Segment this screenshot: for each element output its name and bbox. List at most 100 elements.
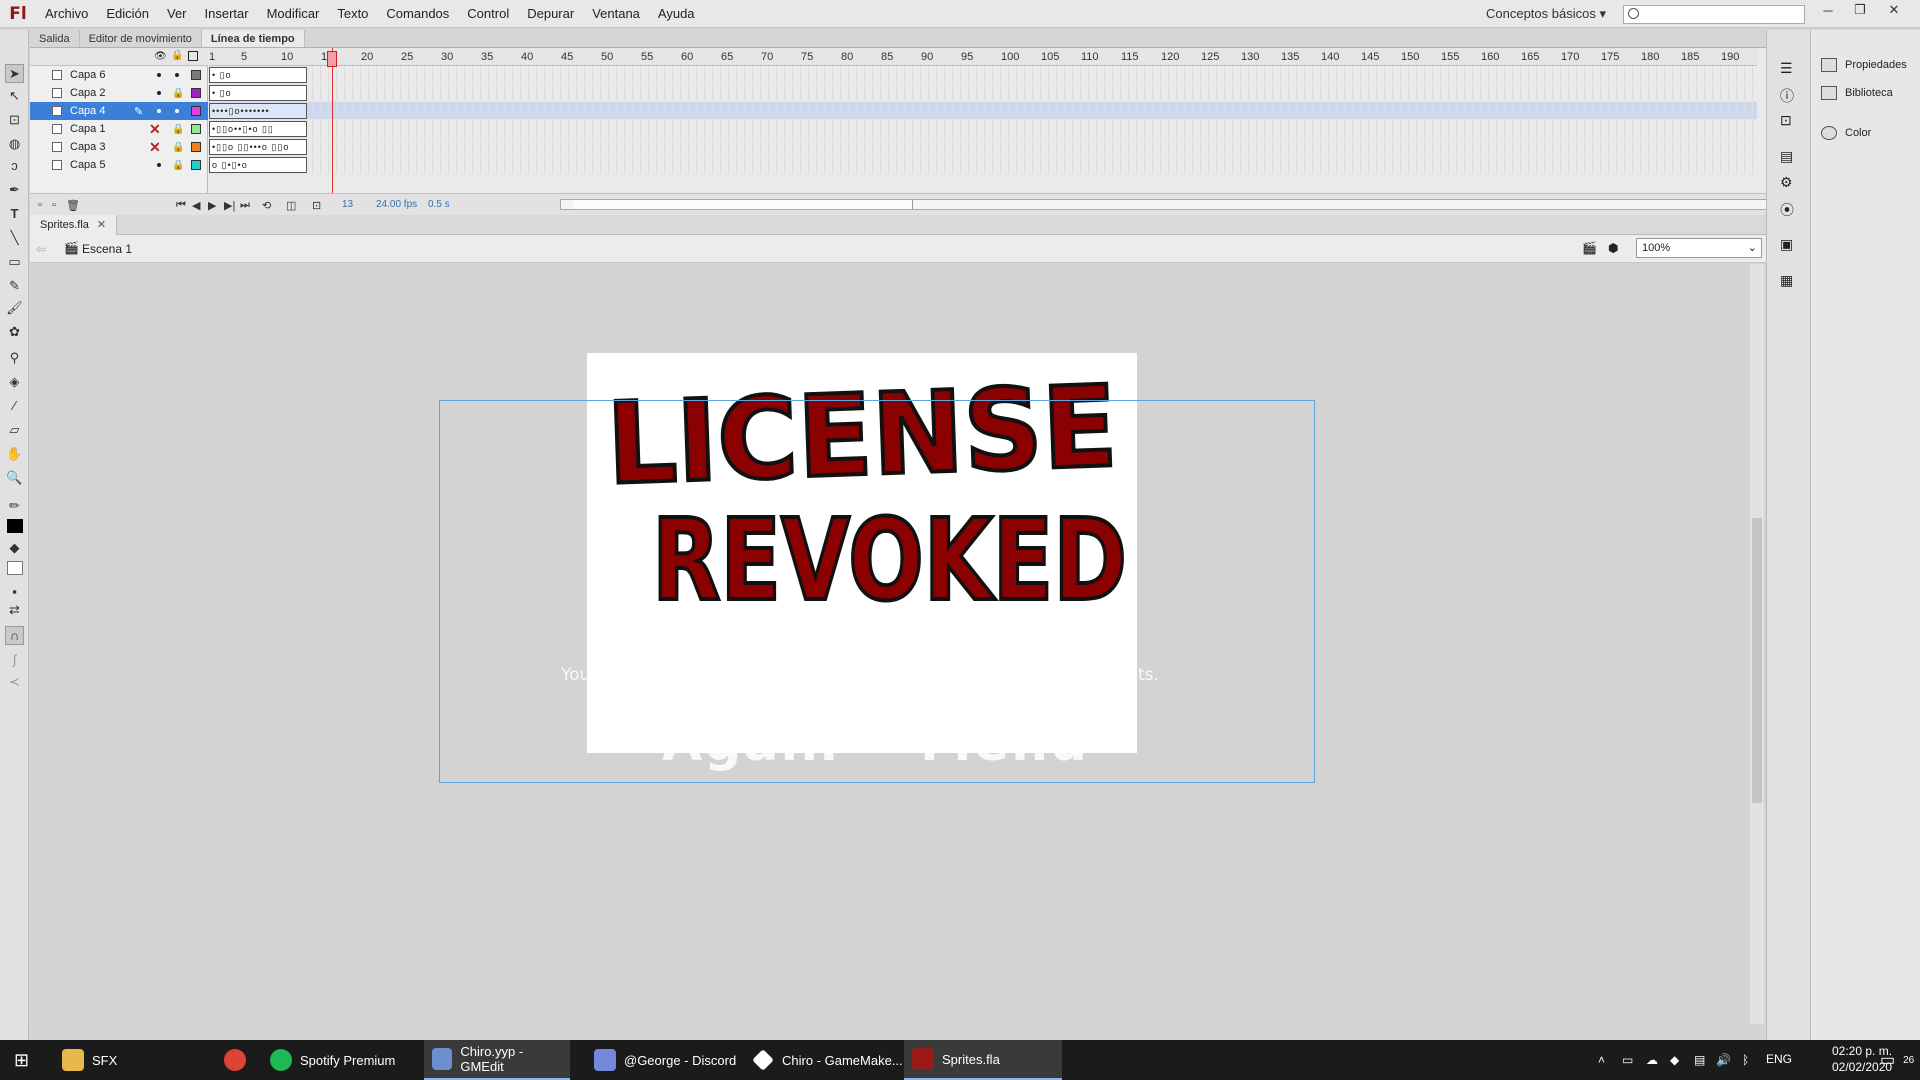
taskbar-item-flash[interactable]: Sprites.fla: [904, 1040, 1062, 1080]
stroke-color-icon[interactable]: ✏: [5, 496, 24, 515]
3d-rotation-tool-icon[interactable]: ◍: [5, 134, 24, 153]
layer-color-swatch[interactable]: [191, 70, 201, 80]
taskbar-item-discord[interactable]: @George - Discord: [594, 1040, 736, 1080]
frame-row[interactable]: •▯▯o ▯▯•••o ▯▯o: [209, 138, 1757, 156]
start-button[interactable]: ⊞: [14, 1040, 29, 1080]
menu-ayuda[interactable]: Ayuda: [649, 0, 704, 28]
timeline-scroll-thumb[interactable]: [573, 200, 913, 209]
layer-color-swatch[interactable]: [191, 106, 201, 116]
lock-icon[interactable]: 🔒: [171, 50, 183, 61]
rectangle-tool-icon[interactable]: ▭: [5, 252, 24, 271]
eraser-tool-icon[interactable]: ▱: [5, 420, 24, 439]
visibility-dot[interactable]: [157, 163, 161, 167]
visibility-dot[interactable]: [157, 91, 161, 95]
menu-texto[interactable]: Texto: [328, 0, 377, 28]
menu-modificar[interactable]: Modificar: [258, 0, 329, 28]
hidden-x-icon[interactable]: ✕: [149, 121, 161, 138]
layer-color-swatch[interactable]: [191, 88, 201, 98]
frame-ruler[interactable]: 1510152025303540455055606570758085909510…: [209, 48, 1757, 66]
lock-icon[interactable]: 🔒: [172, 160, 184, 171]
delete-layer-icon[interactable]: 🗑: [66, 199, 80, 212]
layer-row-capa-4[interactable]: Capa 4 ✎: [30, 102, 208, 120]
bluetooth-icon[interactable]: ᛒ: [1742, 1040, 1749, 1080]
vertical-scrollbar[interactable]: [1750, 264, 1764, 1024]
tab-editor-movimiento[interactable]: Editor de movimiento: [80, 30, 202, 47]
volume-icon[interactable]: 🔊: [1716, 1040, 1731, 1080]
go-first-frame-icon[interactable]: ⏮: [176, 199, 186, 212]
keyframes[interactable]: ••••▯o•••••••: [209, 103, 307, 119]
bone-tool-icon[interactable]: ⚲: [5, 348, 24, 367]
search-input[interactable]: [1623, 5, 1805, 24]
frames-area[interactable]: 1510152025303540455055606570758085909510…: [209, 48, 1757, 193]
subselection-tool-icon[interactable]: ↖: [5, 86, 24, 105]
layer-row-capa-6[interactable]: Capa 6: [30, 66, 208, 84]
step-back-icon[interactable]: ◀: [192, 199, 200, 212]
free-transform-tool-icon[interactable]: ⊡: [5, 110, 24, 129]
current-frame[interactable]: 13: [342, 199, 353, 210]
play-icon[interactable]: ▶: [208, 199, 216, 212]
layer-color-swatch[interactable]: [191, 124, 201, 134]
hidden-x-icon[interactable]: ✕: [149, 139, 161, 156]
lock-icon[interactable]: 🔒: [172, 88, 184, 99]
selection-bounding-box[interactable]: [439, 400, 1315, 783]
frame-row[interactable]: • ▯o: [209, 66, 1757, 84]
keyframes[interactable]: • ▯o: [209, 85, 307, 101]
visibility-dot[interactable]: [157, 109, 161, 113]
timeline-scrollbar[interactable]: [560, 199, 1780, 210]
panel-biblioteca[interactable]: Biblioteca: [1821, 86, 1893, 100]
project-icon[interactable]: ▣: [1780, 236, 1793, 253]
menu-depurar[interactable]: Depurar: [518, 0, 583, 28]
document-tab[interactable]: Sprites.fla ✕: [30, 215, 118, 235]
frame-rate[interactable]: 24.00 fps: [376, 199, 417, 210]
taskbar-item-gmedit[interactable]: Chiro.yyp - GMEdit: [424, 1040, 570, 1080]
keyframes[interactable]: •▯▯o ▯▯•••o ▯▯o: [209, 139, 307, 155]
keyframes[interactable]: • ▯o: [209, 67, 307, 83]
lock-dot[interactable]: [175, 73, 179, 77]
taskbar-item-chrome[interactable]: [224, 1040, 246, 1080]
minimize-button[interactable]: ─: [1812, 0, 1844, 20]
keyframes[interactable]: •▯▯o••▯•o ▯▯: [209, 121, 307, 137]
code-snippets-icon[interactable]: ▤: [1780, 148, 1793, 165]
network-icon[interactable]: ▤: [1694, 1040, 1705, 1080]
menu-ventana[interactable]: Ventana: [583, 0, 649, 28]
swap-colors-icon[interactable]: ⇄: [5, 600, 24, 619]
components-icon[interactable]: ⚙: [1780, 174, 1793, 191]
layer-row-capa-1[interactable]: Capa 1 ✕ 🔒: [30, 120, 208, 138]
new-folder-icon[interactable]: ▫: [52, 199, 56, 211]
dropbox-icon[interactable]: ◆: [1670, 1040, 1679, 1080]
align-icon[interactable]: ☰: [1780, 60, 1793, 77]
frame-row[interactable]: • ▯o: [209, 84, 1757, 102]
outline-icon[interactable]: [188, 51, 198, 61]
menu-archivo[interactable]: Archivo: [36, 0, 97, 28]
language-indicator[interactable]: ENG: [1766, 1052, 1792, 1066]
frame-row[interactable]: ••••▯o•••••••: [209, 102, 1757, 120]
text-tool-icon[interactable]: T: [5, 204, 24, 223]
edit-scene-icon[interactable]: 🎬: [1582, 241, 1597, 255]
fill-color-swatch[interactable]: [5, 558, 24, 577]
panel-color[interactable]: Color: [1821, 126, 1871, 140]
smooth-icon[interactable]: ∫: [5, 650, 24, 669]
menu-ver[interactable]: Ver: [158, 0, 196, 28]
pen-tool-icon[interactable]: ✒: [5, 180, 24, 199]
onion-skin-icon[interactable]: ◫: [286, 199, 296, 212]
layer-row-capa-5[interactable]: Capa 5 🔒: [30, 156, 208, 174]
keyframes[interactable]: o ▯•▯•o: [209, 157, 307, 173]
hand-tool-icon[interactable]: ✋: [5, 444, 24, 463]
vertical-scroll-thumb[interactable]: [1752, 518, 1762, 803]
step-forward-icon[interactable]: ▶|: [224, 199, 235, 212]
edit-symbols-icon[interactable]: ⬢: [1608, 241, 1618, 255]
close-window-button[interactable]: ✕: [1878, 0, 1910, 20]
workspace-dropdown[interactable]: Conceptos básicos ▾: [1486, 6, 1606, 22]
eyedropper-tool-icon[interactable]: ⁄: [5, 396, 24, 415]
lock-dot[interactable]: [175, 109, 179, 113]
tab-linea-tiempo[interactable]: Línea de tiempo: [201, 30, 305, 47]
menu-edicion[interactable]: Edición: [97, 0, 158, 28]
loop-icon[interactable]: ⟲: [262, 199, 271, 212]
info-icon[interactable]: ⓘ: [1780, 86, 1794, 106]
show-hidden-icons[interactable]: ˄: [1598, 1040, 1605, 1080]
deco-tool-icon[interactable]: ✿: [5, 322, 24, 341]
lasso-tool-icon[interactable]: ↄ: [5, 156, 24, 175]
battery-icon[interactable]: ▭: [1622, 1040, 1633, 1080]
visibility-dot[interactable]: [157, 73, 161, 77]
layer-color-swatch[interactable]: [191, 142, 201, 152]
